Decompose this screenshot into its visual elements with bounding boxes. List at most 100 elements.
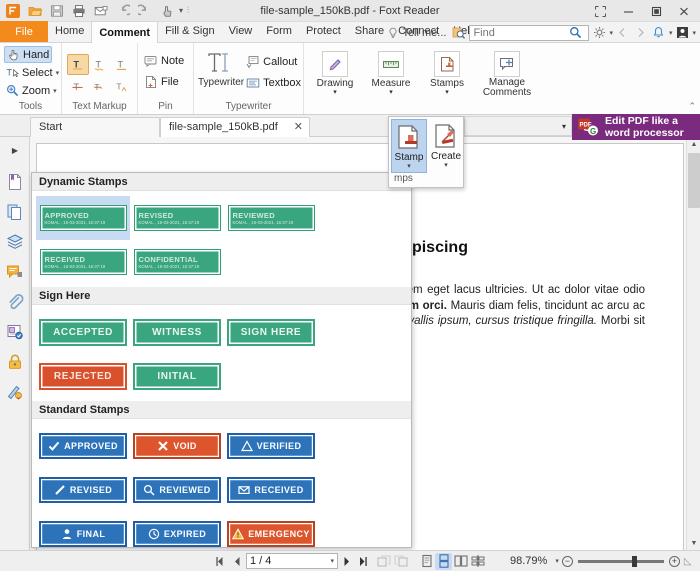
- tool-manage-comments[interactable]: Manage Comments: [476, 49, 538, 98]
- stamp-expired[interactable]: EXPIRED: [130, 512, 224, 547]
- single-page-icon[interactable]: [418, 553, 435, 570]
- stamp-emergency[interactable]: EMERGENCY: [224, 512, 318, 547]
- notification-bell-icon[interactable]: [651, 25, 667, 41]
- avatar-caret-icon[interactable]: ▾: [692, 29, 696, 37]
- foxit-logo-icon[interactable]: [3, 1, 23, 20]
- stamp-menu-stamp-caret-icon[interactable]: ▾: [407, 163, 411, 170]
- tab-fill-and-sign[interactable]: Fill & Sign: [158, 21, 222, 42]
- layers-icon[interactable]: [2, 227, 28, 257]
- stamps-caret-icon[interactable]: ▾: [445, 89, 449, 96]
- edit-pdf-banner[interactable]: PDF G Edit PDF like a word processor: [572, 114, 700, 140]
- forward-arrow-icon[interactable]: [633, 25, 649, 41]
- security-lock-icon[interactable]: [2, 347, 28, 377]
- touch-mode-icon[interactable]: [157, 1, 177, 20]
- zoom-caret-icon[interactable]: ▾: [53, 87, 57, 95]
- stamp-revised-dynamic[interactable]: REVISED KOMAL , 16-03-2021, 16:37:19: [130, 196, 224, 240]
- tab-form[interactable]: Form: [259, 21, 299, 42]
- minimize-button[interactable]: [614, 1, 642, 22]
- highlight-icon[interactable]: T: [66, 54, 89, 75]
- gear-icon[interactable]: [591, 25, 607, 41]
- propbar-caret-icon[interactable]: ▾: [562, 122, 566, 131]
- measure-caret-icon[interactable]: ▾: [389, 89, 393, 96]
- page-number-input[interactable]: 1 / 4 ▾: [246, 553, 338, 569]
- bookmarks-icon[interactable]: [2, 167, 28, 197]
- email-icon[interactable]: [91, 1, 111, 20]
- tool-file-attach[interactable]: File: [142, 73, 181, 90]
- drawing-caret-icon[interactable]: ▾: [333, 89, 337, 96]
- tab-start[interactable]: Start: [30, 117, 160, 137]
- search-input[interactable]: [473, 26, 570, 39]
- stamp-revised-standard[interactable]: REVISED: [36, 468, 130, 512]
- zoom-out-button[interactable]: −: [561, 555, 573, 567]
- close-button[interactable]: [670, 1, 698, 22]
- replace-text-icon[interactable]: T^: [89, 75, 111, 96]
- find-box[interactable]: [469, 24, 590, 41]
- page-number-caret-icon[interactable]: ▾: [330, 557, 334, 565]
- vertical-scrollbar[interactable]: ▲ ▼: [686, 137, 700, 550]
- stamp-received-standard[interactable]: RECEIVED: [224, 468, 318, 512]
- continuous-page-icon[interactable]: [435, 552, 452, 570]
- stamp-rejected[interactable]: REJECTED: [36, 354, 130, 398]
- facing-page-icon[interactable]: [452, 553, 469, 570]
- restore-down-button[interactable]: [586, 1, 614, 22]
- tool-measure[interactable]: Measure ▾: [364, 49, 418, 96]
- tool-select[interactable]: T Select ▾: [4, 64, 61, 81]
- comments-icon[interactable]: [2, 257, 28, 287]
- resize-grip-icon[interactable]: ◺: [684, 556, 692, 567]
- stamp-confidential-dynamic[interactable]: CONFIDENTIAL KOMAL , 16-03-2021, 16:37:1…: [130, 240, 224, 284]
- previous-view-icon[interactable]: [376, 553, 393, 570]
- stamp-witness[interactable]: WITNESS: [130, 310, 224, 354]
- customize-qat-icon[interactable]: ⫶: [187, 5, 189, 16]
- tab-protect[interactable]: Protect: [299, 21, 348, 42]
- tell-me-button[interactable]: Tell me...: [384, 27, 449, 39]
- stamp-sign-here[interactable]: SIGN HERE: [224, 310, 318, 354]
- stamp-final[interactable]: FINAL: [36, 512, 130, 547]
- insert-text-icon[interactable]: T: [111, 75, 133, 96]
- back-arrow-icon[interactable]: [615, 25, 631, 41]
- first-page-button[interactable]: [212, 553, 229, 570]
- print-icon[interactable]: [69, 1, 89, 20]
- gear-caret-icon[interactable]: ▾: [609, 29, 613, 37]
- next-page-button[interactable]: [338, 553, 355, 570]
- bell-caret-icon[interactable]: ▾: [669, 29, 673, 37]
- stamp-verified[interactable]: VERIFIED: [224, 424, 318, 468]
- underline-icon[interactable]: T: [111, 54, 133, 75]
- qat-caret-icon[interactable]: ▾: [179, 6, 183, 15]
- tool-textbox[interactable]: Textbox: [244, 74, 303, 91]
- close-tab-icon[interactable]: ✕: [294, 118, 303, 137]
- stamp-approved-standard[interactable]: APPROVED: [36, 424, 130, 468]
- zoom-in-button[interactable]: +: [668, 555, 680, 567]
- strikeout-icon[interactable]: T: [67, 75, 89, 96]
- zoom-preset-caret-icon[interactable]: ▾: [555, 557, 559, 565]
- tab-view[interactable]: View: [222, 21, 260, 42]
- tab-file[interactable]: File: [0, 21, 48, 42]
- tool-zoom[interactable]: Zoom ▾: [4, 82, 59, 99]
- tab-home[interactable]: Home: [48, 21, 91, 42]
- tool-callout[interactable]: Callout: [244, 53, 303, 70]
- stamp-menu-create-caret-icon[interactable]: ▾: [444, 162, 448, 169]
- tool-hand[interactable]: Hand: [4, 46, 53, 63]
- tool-drawing[interactable]: Drawing ▾: [308, 49, 362, 96]
- save-icon[interactable]: [47, 1, 67, 20]
- collapse-ribbon-icon[interactable]: ⌃: [688, 101, 696, 112]
- undo-icon[interactable]: [113, 1, 133, 20]
- search-text-icon[interactable]: [451, 25, 467, 41]
- continuous-facing-icon[interactable]: [469, 553, 486, 570]
- stamp-reviewed-dynamic[interactable]: REVIEWED KOMAL , 16-03-2021, 16:37:19: [224, 196, 318, 240]
- stamp-reviewed-standard[interactable]: REVIEWED: [130, 468, 224, 512]
- stamp-approved-dynamic[interactable]: APPROVED KOMAL , 16-03-2021, 16:37:19: [36, 196, 130, 240]
- tab-document[interactable]: file-sample_150kB.pdf ✕: [160, 117, 310, 137]
- avatar[interactable]: [674, 25, 690, 41]
- tool-typewriter[interactable]: Typewriter: [198, 47, 244, 88]
- page-thumbnails-icon[interactable]: [2, 197, 28, 227]
- open-icon[interactable]: [25, 1, 45, 20]
- last-page-button[interactable]: [355, 553, 372, 570]
- scroll-down-icon[interactable]: ▼: [687, 536, 700, 550]
- stamp-received-dynamic[interactable]: RECEIVED KOMAL , 16-03-2021, 16:37:19: [36, 240, 130, 284]
- tool-stamps[interactable]: Stamps ▾: [420, 49, 474, 96]
- scrollbar-thumb[interactable]: [688, 153, 700, 208]
- zoom-slider-thumb[interactable]: [631, 555, 637, 567]
- squiggly-icon[interactable]: T: [89, 54, 111, 75]
- stamp-property-bar[interactable]: ▾: [464, 116, 572, 136]
- stamp-menu-create-button[interactable]: Create ▾: [428, 119, 464, 173]
